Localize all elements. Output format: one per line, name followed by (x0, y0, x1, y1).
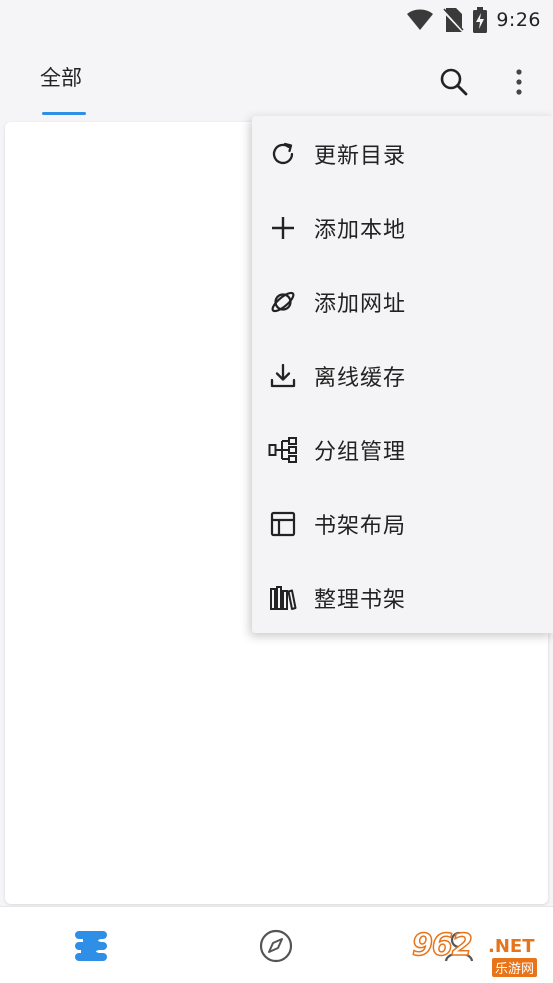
bookshelf-icon (75, 931, 107, 961)
no-sim-icon (442, 7, 465, 33)
watermark-suffix: .NET (488, 936, 535, 957)
menu-item-add-url[interactable]: 添加网址 (252, 265, 553, 338)
menu-item-label: 分组管理 (314, 439, 407, 465)
battery-charging-icon (472, 7, 488, 33)
status-bar: 9:26 (0, 0, 553, 40)
menu-item-organize-shelf[interactable]: 整理书架 (252, 561, 553, 634)
more-button[interactable] (504, 64, 534, 100)
menu-item-shelf-layout[interactable]: 书架布局 (252, 487, 553, 560)
nav-bookshelf[interactable] (72, 927, 110, 965)
menu-item-label: 离线缓存 (314, 365, 407, 391)
menu-item-add-local[interactable]: 添加本地 (252, 191, 553, 264)
search-button[interactable] (436, 64, 472, 100)
watermark-sub: 乐游网 (492, 958, 538, 977)
nav-explore[interactable] (257, 927, 295, 965)
books-icon (268, 583, 298, 613)
tab-all[interactable]: 全部 (40, 62, 82, 92)
more-vertical-icon (516, 69, 522, 95)
group-tree-icon (268, 435, 298, 465)
menu-item-label: 添加本地 (314, 217, 407, 243)
refresh-icon (268, 139, 298, 169)
plus-icon (268, 213, 298, 243)
status-icons: 9:26 (406, 6, 541, 34)
overflow-menu: 更新目录 添加本地 添加网址 离线缓存 分组管理 书架布局 整理书架 (252, 116, 553, 633)
app-bar: 全部 (0, 40, 553, 122)
menu-item-label: 书架布局 (314, 513, 407, 539)
status-time: 9:26 (496, 9, 541, 31)
menu-item-label: 添加网址 (314, 291, 407, 317)
watermark-logo: 962 .NET 乐游网 (411, 927, 548, 978)
menu-item-label: 更新目录 (314, 143, 407, 169)
menu-item-update-catalog[interactable]: 更新目录 (252, 117, 553, 190)
menu-item-offline-cache[interactable]: 离线缓存 (252, 339, 553, 412)
search-icon (440, 68, 468, 96)
watermark-main: 962 (411, 927, 473, 964)
layout-icon (268, 509, 298, 539)
tab-indicator (42, 112, 86, 115)
wifi-icon (406, 9, 434, 31)
download-icon (268, 361, 298, 391)
app-screen: 9:26 全部 更新目录 添加本地 添加网址 离线缓存 分组管理 书架布局 整理… (0, 0, 553, 983)
menu-item-group-manage[interactable]: 分组管理 (252, 413, 553, 486)
planet-icon (268, 287, 298, 317)
menu-item-label: 整理书架 (314, 587, 407, 613)
compass-icon (259, 929, 293, 963)
